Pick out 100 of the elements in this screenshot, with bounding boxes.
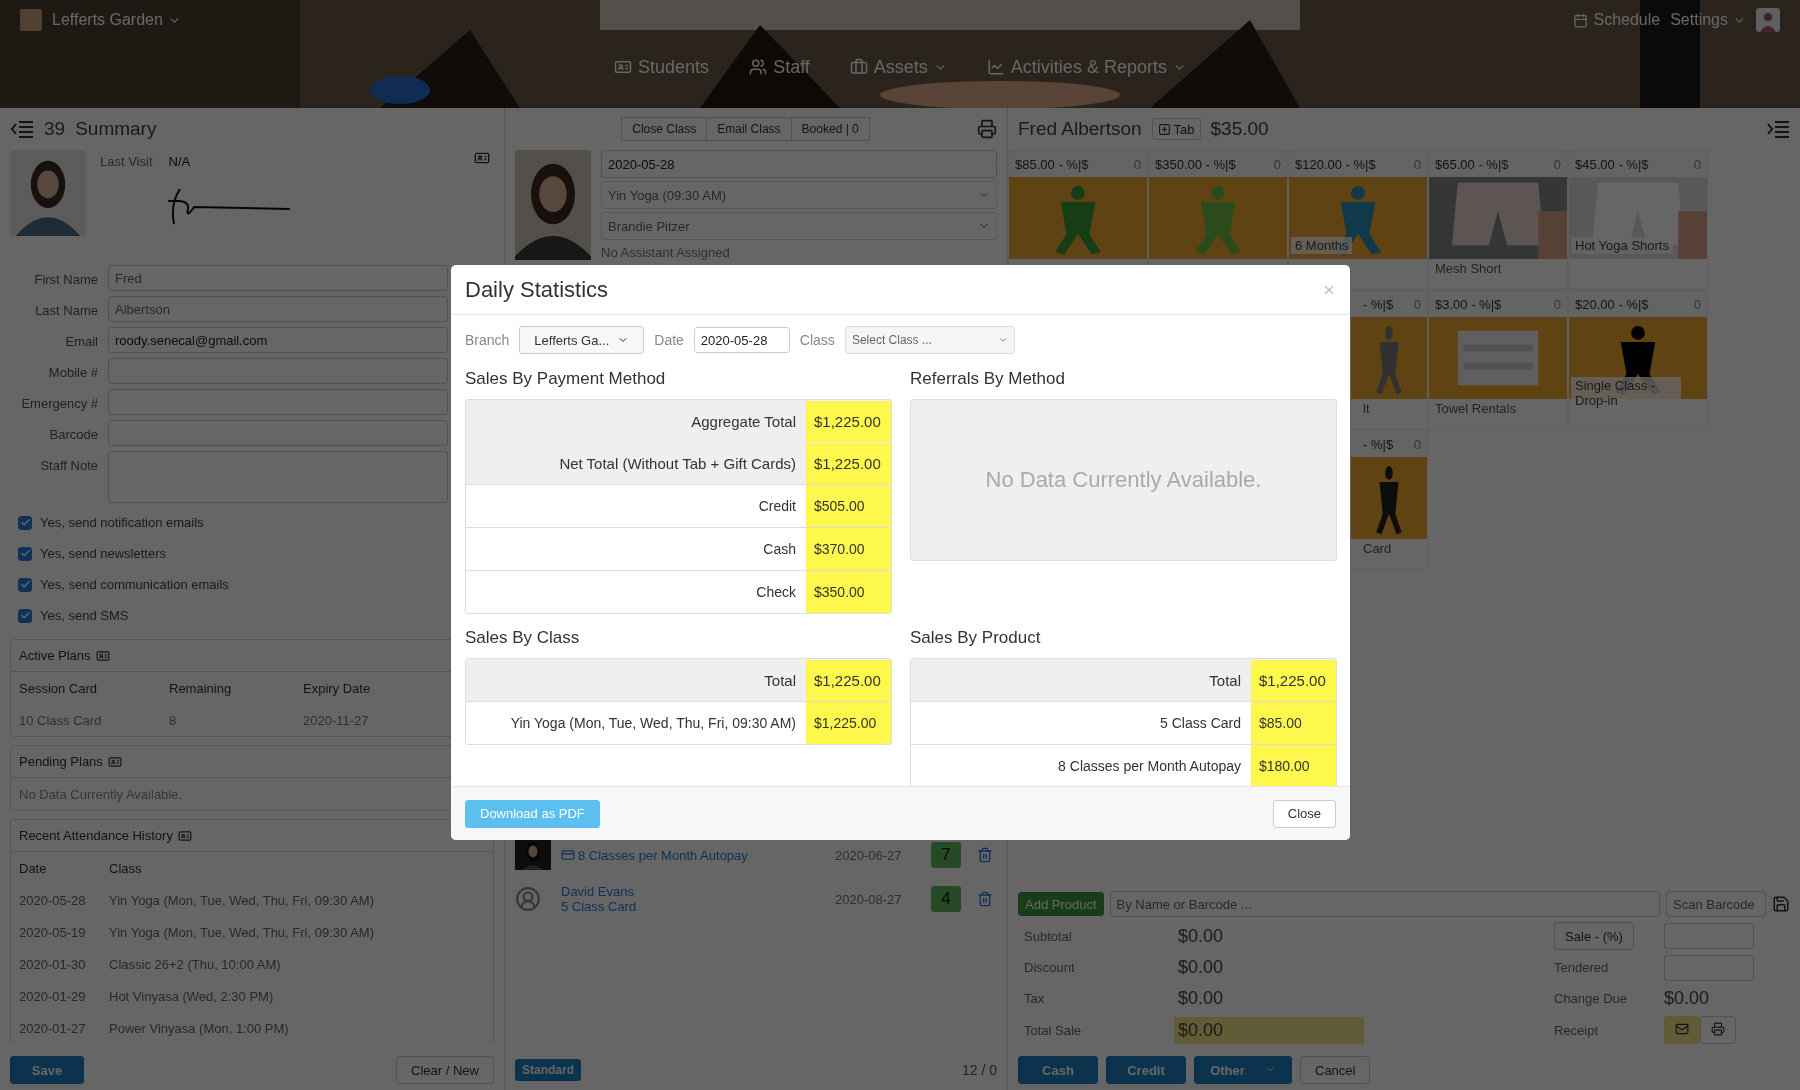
input-field[interactable]: roody.senecal@gmail.com [108, 327, 448, 353]
checkbox-label: Yes, send SMS [40, 608, 129, 623]
column-header: Expiry Date [303, 680, 372, 696]
add-product-button[interactable]: Add Product [1018, 892, 1104, 916]
amount-cell: $1,225.00 [806, 443, 891, 484]
amount-cell: $350.00 [806, 571, 891, 613]
column-header: Date [19, 860, 48, 876]
price-discount: $45.00 - %|$ [1575, 156, 1649, 172]
checkbox[interactable] [18, 577, 32, 592]
checkbox[interactable] [18, 546, 32, 561]
checkbox[interactable] [18, 515, 32, 530]
tab-button[interactable]: Tab [1151, 118, 1201, 140]
line-chart-icon [986, 58, 1005, 76]
branch-menu[interactable]: Lefferts Garden [52, 11, 181, 29]
clear-button[interactable]: Clear / New [396, 1056, 494, 1084]
filter-label: Date [654, 332, 684, 348]
change-due-label: Change Due [1554, 991, 1628, 1006]
trash-icon[interactable] [977, 847, 993, 863]
amount-cell: $370.00 [806, 528, 891, 570]
caret-icon [997, 335, 1008, 345]
plan-link[interactable]: 5 Class Card [561, 899, 829, 914]
amount-cell: $85.00 [1251, 702, 1336, 744]
mode-button[interactable]: Standard [515, 1059, 581, 1081]
price-discount: $20.00 - %|$ [1575, 296, 1649, 312]
payment-button[interactable]: Cash [1018, 1056, 1098, 1084]
column-header: Session Card [19, 680, 99, 696]
change-due-value: $0.00 [1664, 988, 1711, 1009]
print-receipt-button[interactable] [1700, 1016, 1736, 1044]
id-card-icon [177, 828, 192, 843]
attendee-name[interactable]: David Evans [561, 884, 829, 899]
sale-discount-button[interactable]: Sale - (%) [1554, 922, 1634, 950]
class-select[interactable]: Select Class ... [844, 326, 1015, 354]
cancel-button[interactable]: Cancel [1300, 1056, 1371, 1084]
date-field[interactable]: 2020-05-28 [601, 150, 997, 178]
avatar-icon[interactable] [1756, 8, 1780, 32]
checkbox-label: Yes, send notification emails [40, 515, 204, 530]
table-cell-text: Classic 26+2 (Thu, 10:00 AM) [109, 956, 282, 972]
class-select[interactable]: Yin Yoga (09:30 AM) [601, 181, 997, 209]
users-icon [749, 58, 768, 76]
settings-menu[interactable]: Settings [1670, 11, 1746, 29]
table-cell-text: 2020-05-28 [19, 892, 87, 908]
id-card-icon[interactable] [474, 150, 490, 166]
table-cell-text: 2020-01-27 [19, 1020, 87, 1036]
collapse-list-icon[interactable] [10, 120, 34, 138]
booking-tally: 12 / 0 [961, 1062, 997, 1078]
email-receipt-button[interactable] [1664, 1016, 1700, 1044]
section-title: Sales By Class [465, 628, 581, 648]
card-title: Recent Attendance History [19, 828, 173, 843]
customer-name: Fred Albertson [1018, 118, 1142, 140]
row-label: Check [755, 584, 797, 600]
table-cell-text: Power Vinyasa (Mon, 1:00 PM) [109, 1020, 290, 1036]
product-search-field[interactable]: By Name or Barcode ... [1109, 891, 1660, 917]
plan-link[interactable]: 8 Classes per Month Autopay [561, 847, 829, 863]
download-pdf-button[interactable]: Download as PDF [465, 799, 600, 828]
amount-cell: $1,225.00 [806, 660, 891, 701]
row-label: Net Total (Without Tab + Gift Cards) [558, 455, 797, 472]
nav-link[interactable]: Students [614, 56, 710, 78]
section-title: Sales By Product [910, 628, 1042, 648]
save-button[interactable]: Save [10, 1056, 84, 1084]
branch-select[interactable]: Lefferts Ga... [519, 326, 645, 354]
row-label: 5 Class Card [1159, 715, 1242, 731]
save-icon[interactable] [1772, 895, 1790, 913]
product-name: Towel Rentals [1434, 400, 1517, 416]
last-visit-value: N/A [168, 154, 191, 169]
date-field[interactable]: 2020-05-28 [693, 327, 790, 353]
nav-link[interactable]: Staff [749, 56, 810, 78]
instructor-select[interactable]: Brandie Pitzer [601, 212, 997, 240]
tendered-label: Tendered [1554, 960, 1610, 975]
total-value: $0.00 [1177, 924, 1225, 948]
row-label: Total [763, 672, 797, 689]
row-label: Credit [757, 498, 797, 514]
field-label: Email [64, 333, 98, 349]
checkbox[interactable] [18, 608, 32, 623]
print-icon[interactable] [977, 119, 997, 139]
amount-cell: $1,225.00 [806, 401, 891, 442]
expand-list-icon[interactable] [1766, 120, 1790, 138]
input-field[interactable]: Albertson [108, 296, 448, 322]
nav-link[interactable]: Assets [849, 56, 947, 78]
input-field[interactable]: Fred [108, 265, 448, 291]
amount-cell: $1,225.00 [1251, 660, 1336, 701]
trash-icon[interactable] [977, 891, 993, 907]
schedule-link[interactable]: Schedule [1573, 11, 1661, 29]
class-action-button[interactable]: Booked | 0 [790, 117, 870, 141]
payment-button[interactable]: Credit [1106, 1056, 1186, 1084]
price-discount: $65.00 - %|$ [1435, 156, 1509, 172]
id-card-icon [107, 754, 122, 769]
nav-link[interactable]: Activities & Reports [986, 56, 1186, 78]
plus-icon [1157, 122, 1171, 136]
empty-message: No Data Currently Available. [910, 399, 1337, 561]
class-action-button[interactable]: Email Class [706, 117, 792, 141]
table-cell-text: 2020-05-19 [19, 924, 87, 940]
payment-button[interactable]: Other [1194, 1056, 1292, 1084]
scan-barcode-field[interactable]: Scan Barcode [1666, 891, 1766, 917]
price-discount: $85.00 - %|$ [1015, 156, 1089, 172]
amount-cell: $1,225.00 [806, 702, 891, 744]
section-title: Referrals By Method [910, 369, 1066, 389]
class-action-button[interactable]: Close Class [621, 117, 708, 141]
close-button[interactable]: Close [1272, 799, 1336, 828]
product-name: Card [1362, 540, 1393, 556]
print-icon [1711, 1021, 1725, 1036]
